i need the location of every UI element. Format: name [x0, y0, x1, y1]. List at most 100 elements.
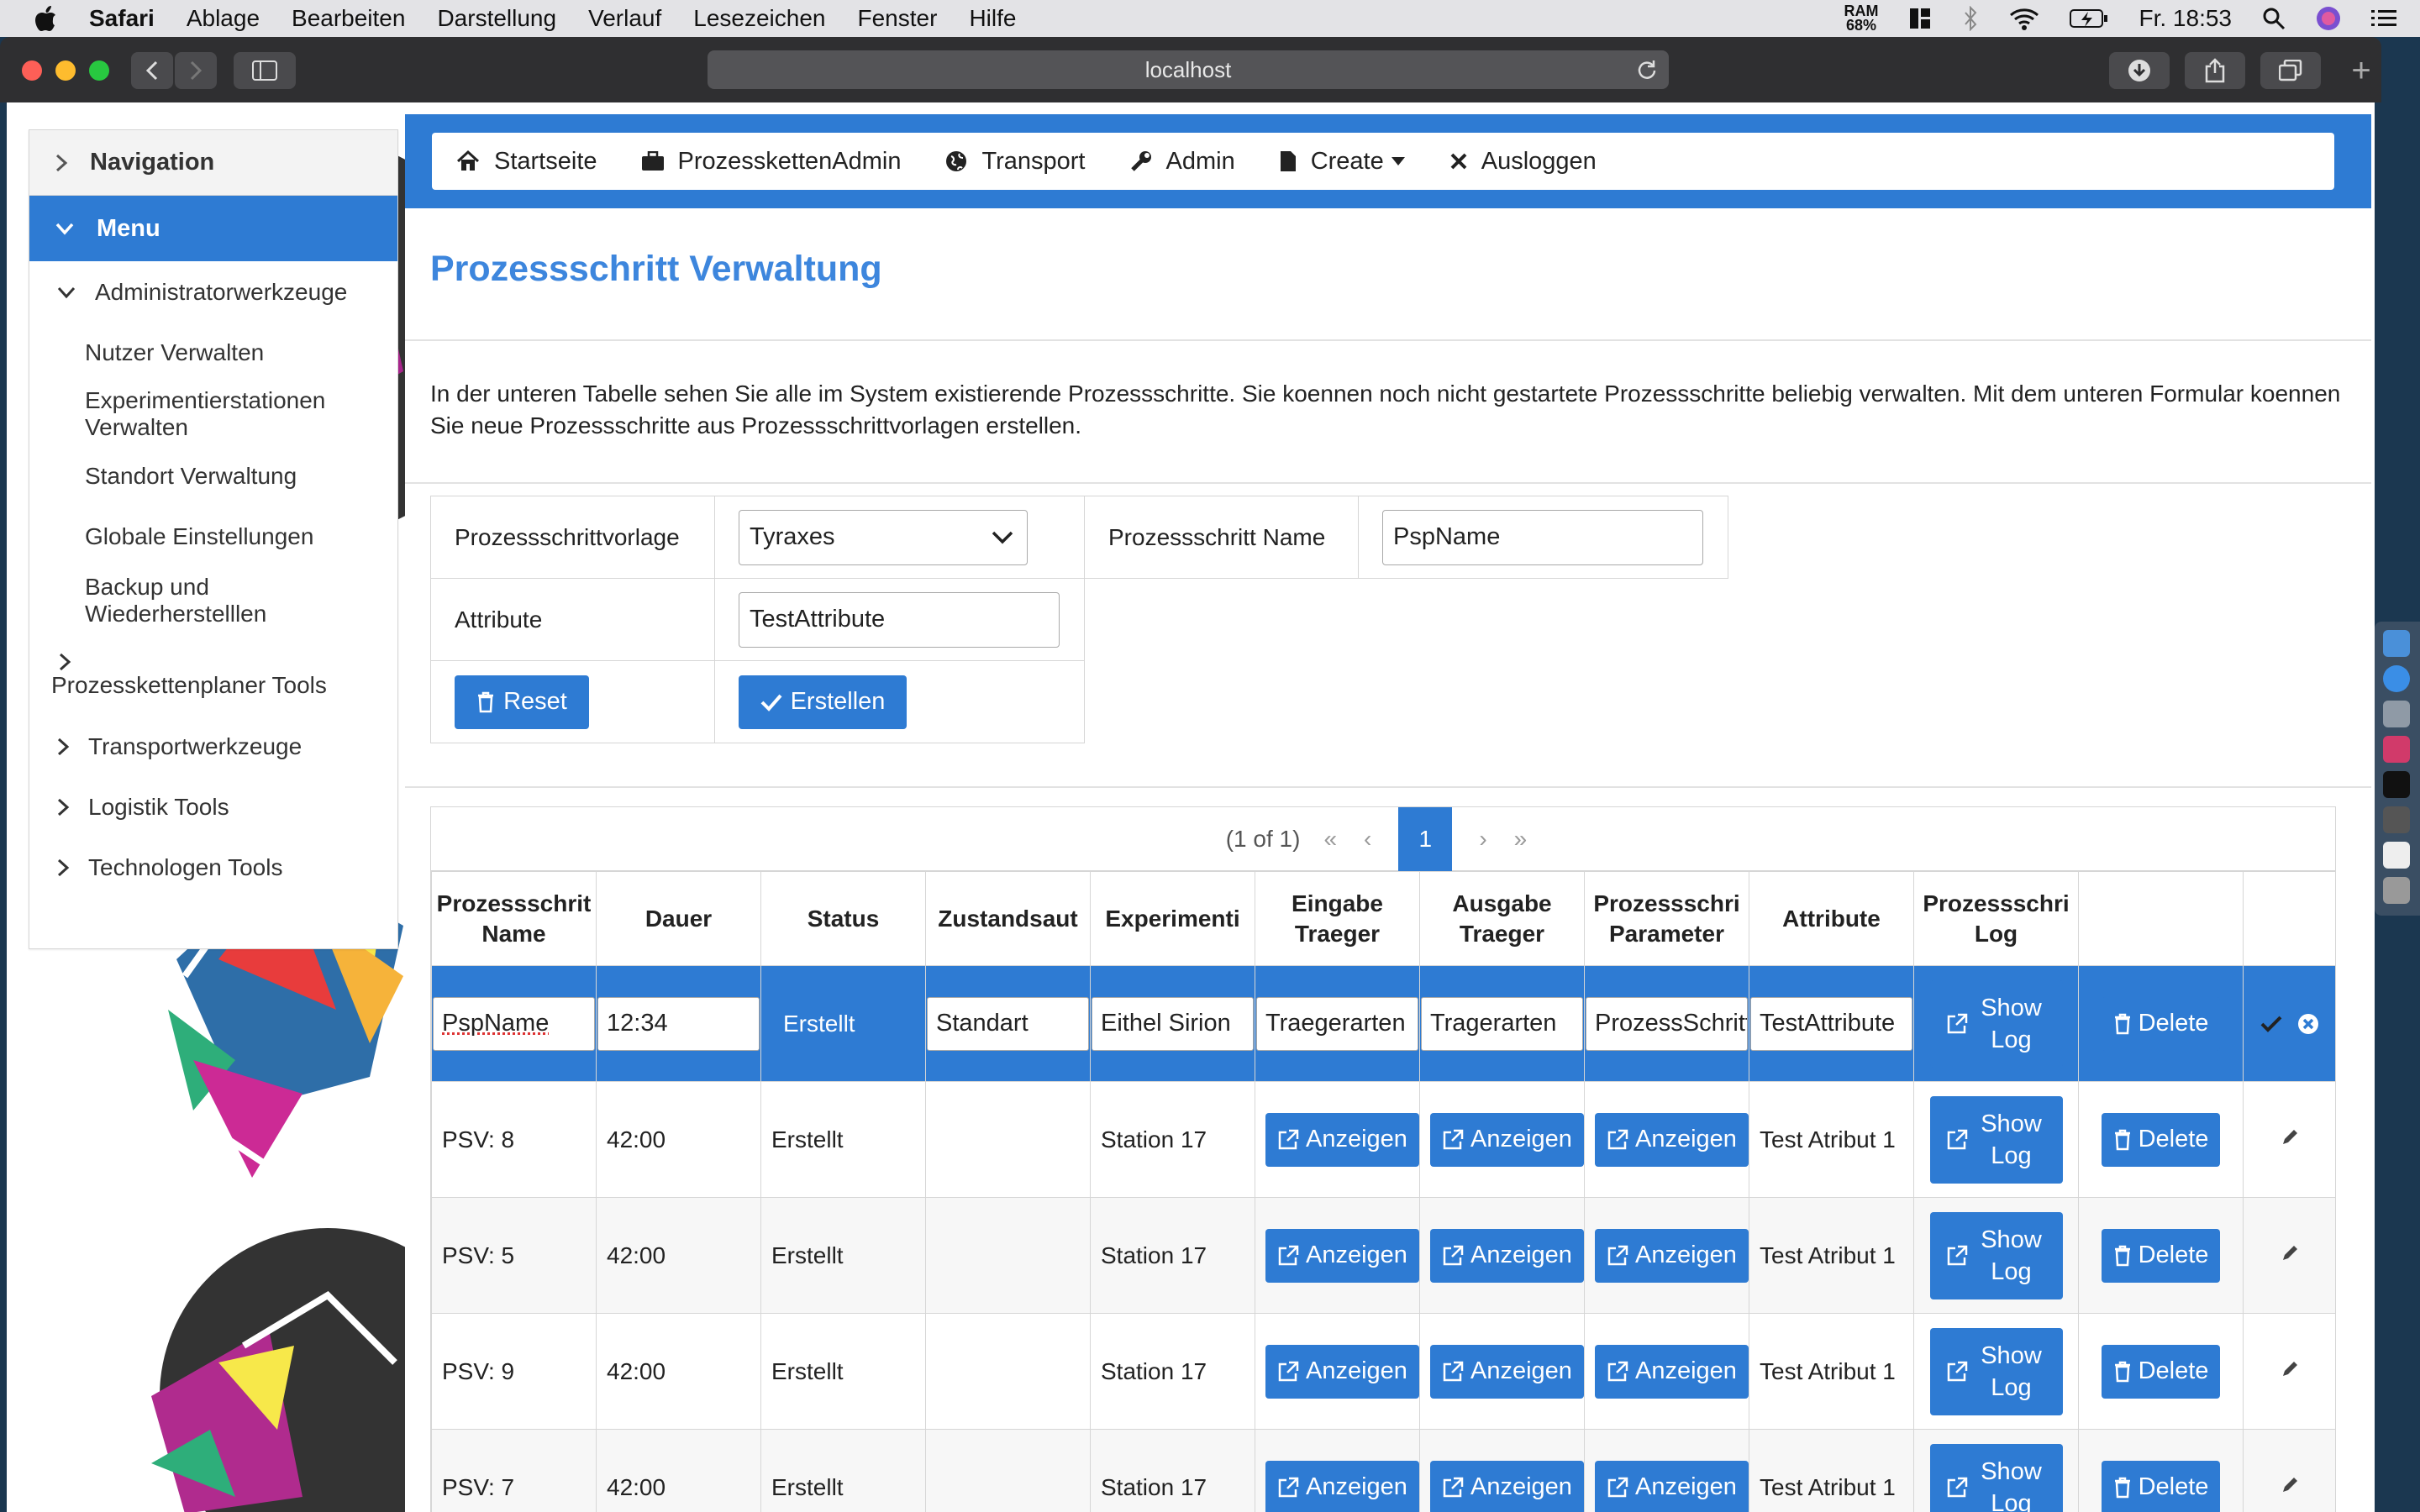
nav-prozessketten-admin[interactable]: ProzesskettenAdmin — [641, 148, 901, 176]
show-output-carrier-button[interactable]: Anzeigen — [1430, 1344, 1584, 1399]
ram-indicator[interactable]: RAM 68% — [1844, 3, 1878, 33]
menu-ablage[interactable]: Ablage — [187, 5, 260, 32]
edit-attribute-input[interactable]: TestAttribute — [1750, 996, 1912, 1051]
column-header-log[interactable]: Prozessschri Log — [1913, 871, 2079, 966]
show-input-carrier-button[interactable]: Anzeigen — [1265, 1460, 1419, 1512]
delete-button[interactable]: Delete — [2101, 1112, 2221, 1167]
menu-header[interactable]: Menu — [29, 196, 397, 261]
minimize-window-button[interactable] — [55, 60, 76, 81]
name-input[interactable]: PspName — [1382, 509, 1703, 565]
nav-transport[interactable]: Transport — [944, 148, 1086, 176]
delete-button[interactable]: Delete — [2101, 1344, 2221, 1399]
close-window-button[interactable] — [22, 60, 42, 81]
menu-hilfe[interactable]: Hilfe — [969, 5, 1016, 32]
navigation-header[interactable]: Navigation — [29, 130, 397, 196]
show-output-carrier-button[interactable]: Anzeigen — [1430, 1460, 1584, 1512]
notification-center-icon[interactable] — [2371, 8, 2396, 29]
menu-darstellung[interactable]: Darstellung — [437, 5, 556, 32]
edit-pencil-icon[interactable] — [2280, 1475, 2300, 1495]
column-header-name[interactable]: Prozessschrit Name — [431, 871, 597, 966]
column-header-dauer[interactable]: Dauer — [596, 871, 761, 966]
address-bar[interactable]: localhost — [708, 50, 1669, 89]
zoom-window-button[interactable] — [89, 60, 109, 81]
show-log-button[interactable]: Show Log — [1929, 1211, 2063, 1299]
edit-station-select[interactable]: Eithel Sirion — [1092, 996, 1254, 1051]
attribute-input[interactable]: TestAttribute — [739, 591, 1060, 648]
show-output-carrier-button[interactable]: Anzeigen — [1430, 1112, 1584, 1167]
edit-state-select[interactable]: Standart — [927, 996, 1089, 1051]
sidebar-item-backup[interactable]: Backup und Wiederherstelllen — [29, 567, 397, 634]
column-header-eingabe[interactable]: Eingabe Traeger — [1255, 871, 1420, 966]
first-page-button[interactable]: « — [1323, 826, 1337, 853]
sidebar-category-technologen-tools[interactable]: Technologen Tools — [29, 837, 397, 898]
show-input-carrier-button[interactable]: Anzeigen — [1265, 1344, 1419, 1399]
column-header-experiment[interactable]: Experimenti — [1090, 871, 1255, 966]
menu-verlauf[interactable]: Verlauf — [588, 5, 661, 32]
delete-button[interactable]: Delete — [2101, 1228, 2221, 1283]
menubar-clock[interactable]: Fr. 18:53 — [2139, 5, 2232, 32]
edit-output-carrier-select[interactable]: Tragerarten — [1421, 996, 1583, 1051]
page-1-button[interactable]: 1 — [1398, 806, 1453, 871]
nav-ausloggen[interactable]: Ausloggen — [1449, 148, 1597, 176]
sidebar-item-nutzer-verwalten[interactable]: Nutzer Verwalten — [29, 323, 397, 382]
downloads-button[interactable] — [2109, 52, 2170, 89]
create-button[interactable]: Erstellen — [739, 675, 907, 729]
forward-button[interactable] — [175, 52, 217, 89]
sidebar-category-transportwerkzeuge[interactable]: Transportwerkzeuge — [29, 717, 397, 777]
sidebar-category-prozesskettenplaner[interactable]: Prozesskettenplaner Tools — [29, 634, 397, 717]
last-page-button[interactable]: » — [1514, 826, 1528, 853]
show-parameter-button[interactable]: Anzeigen — [1595, 1460, 1749, 1512]
show-input-carrier-button[interactable]: Anzeigen — [1265, 1228, 1419, 1283]
document-icon[interactable] — [2383, 842, 2410, 869]
edit-name-input[interactable]: PspName — [433, 996, 595, 1051]
sidebar-item-standort-verwaltung[interactable]: Standort Verwaltung — [29, 446, 397, 507]
nav-create-dropdown[interactable]: Create — [1279, 148, 1406, 176]
sidebar-toggle-button[interactable] — [234, 52, 296, 89]
intellij-icon[interactable] — [2383, 736, 2410, 763]
window-layout-icon[interactable] — [1908, 7, 1932, 30]
show-log-button[interactable]: Show Log — [1929, 1327, 2063, 1415]
apple-logo-icon[interactable] — [34, 5, 59, 32]
utility-icon[interactable] — [2383, 806, 2410, 833]
sidebar-category-logistik-tools[interactable]: Logistik Tools — [29, 777, 397, 837]
show-log-button[interactable]: Show Log — [1929, 1095, 2063, 1184]
template-select[interactable]: Tyraxes — [739, 509, 1028, 565]
menu-bearbeiten[interactable]: Bearbeiten — [292, 5, 405, 32]
edit-duration-input[interactable]: 12:34 — [597, 996, 760, 1051]
siri-icon[interactable] — [2316, 6, 2341, 31]
new-tab-button[interactable]: + — [2344, 52, 2378, 89]
show-parameter-button[interactable]: Anzeigen — [1595, 1112, 1749, 1167]
wifi-icon[interactable] — [2009, 7, 2039, 30]
show-log-button[interactable]: Show Log — [1929, 979, 2063, 1068]
delete-button[interactable]: Delete — [2101, 996, 2221, 1051]
column-header-ausgabe[interactable]: Ausgabe Traeger — [1419, 871, 1585, 966]
terminal-icon[interactable] — [2383, 771, 2410, 798]
cancel-circle-icon[interactable] — [2297, 1013, 2319, 1035]
safari-icon[interactable] — [2383, 665, 2410, 692]
nav-startseite[interactable]: Startseite — [455, 148, 597, 176]
tabs-overview-button[interactable] — [2260, 52, 2321, 89]
back-button[interactable] — [131, 52, 173, 89]
share-button[interactable] — [2185, 52, 2245, 89]
bluetooth-icon[interactable] — [1962, 6, 1979, 31]
show-log-button[interactable]: Show Log — [1929, 1443, 2063, 1512]
column-header-zustand[interactable]: Zustandsaut — [925, 871, 1091, 966]
column-header-parameter[interactable]: Prozessschri Parameter — [1584, 871, 1749, 966]
edit-pencil-icon[interactable] — [2280, 1127, 2300, 1147]
menu-lesezeichen[interactable]: Lesezeichen — [693, 5, 825, 32]
column-header-status[interactable]: Status — [760, 871, 926, 966]
column-header-attribute[interactable]: Attribute — [1749, 871, 1914, 966]
show-parameter-button[interactable]: Anzeigen — [1595, 1228, 1749, 1283]
save-check-icon[interactable] — [2260, 1016, 2282, 1032]
nav-admin[interactable]: Admin — [1129, 148, 1235, 176]
finder-icon[interactable] — [2383, 630, 2410, 657]
show-parameter-button[interactable]: Anzeigen — [1595, 1344, 1749, 1399]
menu-app-safari[interactable]: Safari — [89, 5, 155, 32]
sidebar-item-experimentierstationen[interactable]: Experimentierstationen Verwalten — [29, 382, 397, 446]
prev-page-button[interactable]: ‹ — [1364, 826, 1371, 853]
delete-button[interactable]: Delete — [2101, 1460, 2221, 1512]
edit-input-carrier-select[interactable]: Traegerarten — [1256, 996, 1418, 1051]
spotlight-search-icon[interactable] — [2262, 7, 2286, 30]
next-page-button[interactable]: › — [1479, 826, 1486, 853]
show-input-carrier-button[interactable]: Anzeigen — [1265, 1112, 1419, 1167]
